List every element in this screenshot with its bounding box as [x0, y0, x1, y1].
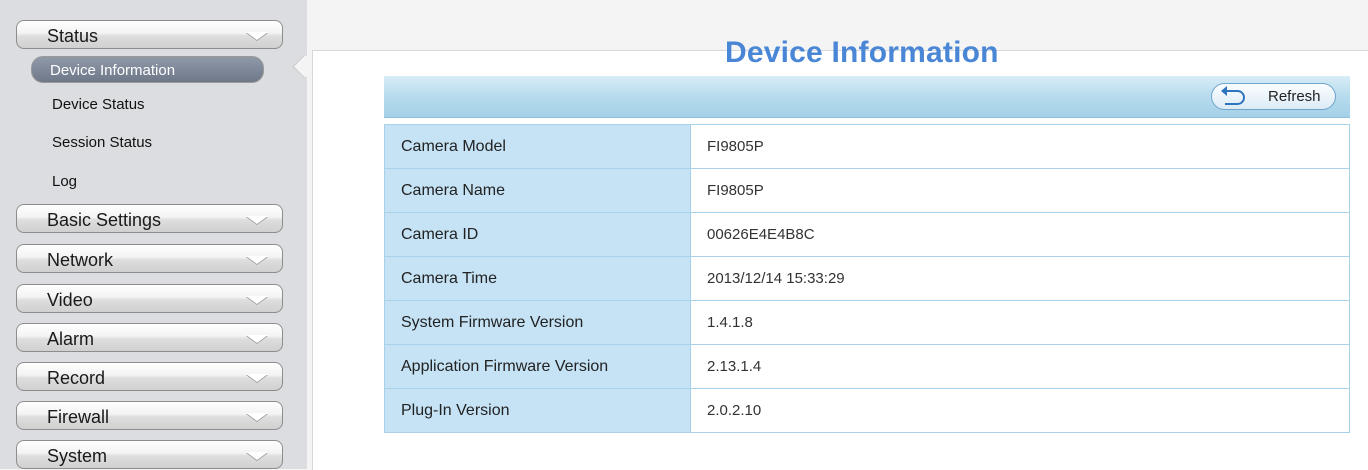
- row-value: FI9805P: [690, 168, 1350, 213]
- submenu-item-log[interactable]: Log: [52, 173, 77, 190]
- row-label: Camera Name: [384, 168, 691, 213]
- refresh-icon: [1221, 86, 1245, 105]
- menu-basic-settings-label: Basic Settings: [47, 210, 162, 230]
- menu-status[interactable]: Status: [16, 20, 283, 49]
- page-title: Device Information: [725, 36, 999, 69]
- menu-network[interactable]: Network: [16, 244, 283, 273]
- refresh-button[interactable]: Refresh: [1211, 83, 1336, 110]
- submenu-item-device-information[interactable]: Device Information: [31, 56, 264, 83]
- table-row: Camera Model FI9805P: [384, 124, 1350, 169]
- chevron-down-icon: [246, 256, 268, 264]
- submenu-item-session-status[interactable]: Session Status: [52, 134, 152, 151]
- submenu-item-device-status[interactable]: Device Status: [52, 96, 145, 113]
- menu-alarm[interactable]: Alarm: [16, 323, 283, 352]
- chevron-down-icon: [246, 452, 268, 460]
- menu-status-label: Status: [47, 26, 99, 46]
- sidebar: Status Device Information Device Status …: [0, 0, 307, 469]
- menu-alarm-label: Alarm: [47, 329, 95, 349]
- chevron-down-icon: [246, 335, 268, 343]
- menu-record[interactable]: Record: [16, 362, 283, 391]
- chevron-down-icon: [246, 216, 268, 224]
- toolbar: [384, 76, 1350, 118]
- menu-network-label: Network: [47, 250, 114, 270]
- table-row: System Firmware Version 1.4.1.8: [384, 300, 1350, 345]
- submenu-item-label: Device Information: [50, 62, 176, 79]
- menu-basic-settings[interactable]: Basic Settings: [16, 204, 283, 233]
- menu-system[interactable]: System: [16, 440, 283, 469]
- menu-video-label: Video: [47, 290, 93, 310]
- row-value: 2.13.1.4: [690, 344, 1350, 389]
- row-value: 1.4.1.8: [690, 300, 1350, 345]
- menu-firewall[interactable]: Firewall: [16, 401, 283, 430]
- row-value: FI9805P: [690, 124, 1350, 169]
- chevron-down-icon: [246, 32, 268, 40]
- menu-record-label: Record: [47, 368, 106, 388]
- device-info-table: Camera Model FI9805P Camera Name FI9805P…: [384, 124, 1350, 433]
- row-label: Application Firmware Version: [384, 344, 691, 389]
- table-row: Camera Time 2013/12/14 15:33:29: [384, 256, 1350, 301]
- row-value: 2013/12/14 15:33:29: [690, 256, 1350, 301]
- table-row: Plug-In Version 2.0.2.10: [384, 388, 1350, 433]
- row-value: 2.0.2.10: [690, 388, 1350, 433]
- table-row: Camera Name FI9805P: [384, 168, 1350, 213]
- table-row: Camera ID 00626E4E4B8C: [384, 212, 1350, 257]
- row-label: Camera Model: [384, 124, 691, 169]
- refresh-label: Refresh: [1268, 88, 1321, 105]
- chevron-down-icon: [246, 296, 268, 304]
- chevron-down-icon: [246, 374, 268, 382]
- menu-system-label: System: [47, 446, 108, 466]
- menu-video[interactable]: Video: [16, 284, 283, 313]
- row-label: System Firmware Version: [384, 300, 691, 345]
- row-value: 00626E4E4B8C: [690, 212, 1350, 257]
- row-label: Plug-In Version: [384, 388, 691, 433]
- table-row: Application Firmware Version 2.13.1.4: [384, 344, 1350, 389]
- menu-firewall-label: Firewall: [47, 407, 110, 427]
- chevron-down-icon: [246, 413, 268, 421]
- row-label: Camera ID: [384, 212, 691, 257]
- row-label: Camera Time: [384, 256, 691, 301]
